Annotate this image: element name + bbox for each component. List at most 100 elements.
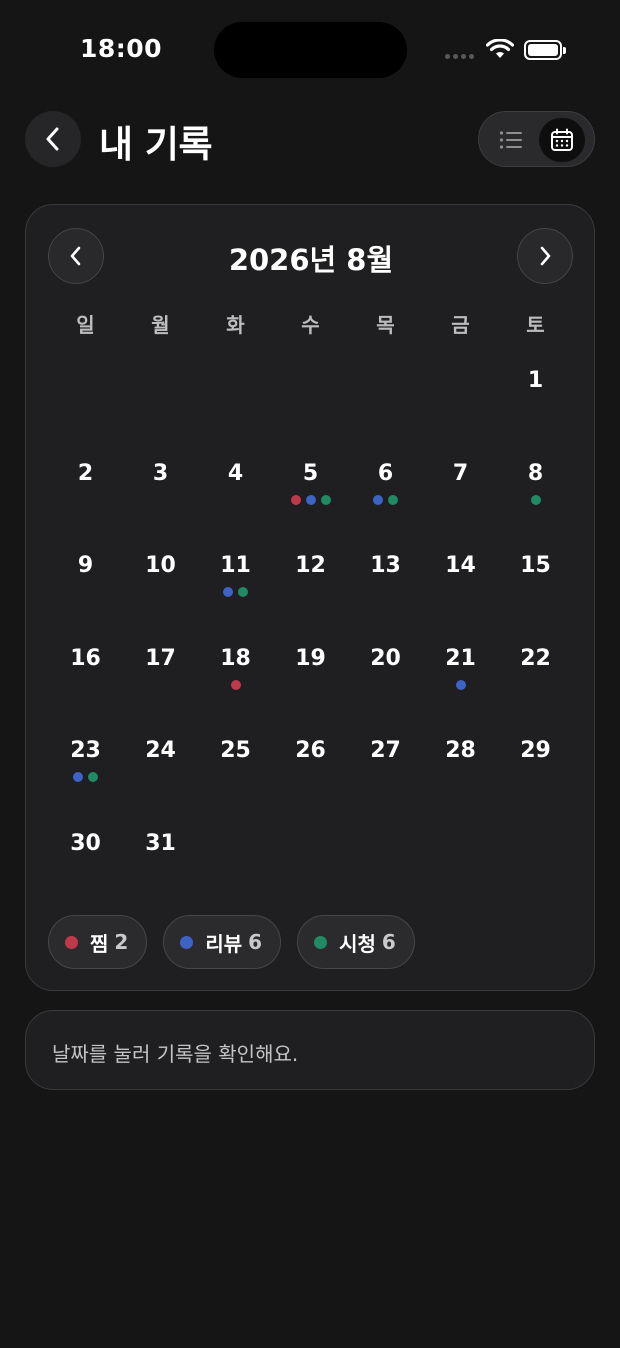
- day-number: 16: [70, 645, 101, 671]
- day-number: 4: [227, 460, 244, 486]
- day-cell[interactable]: 9: [48, 536, 123, 629]
- record-dot-review: [305, 494, 316, 505]
- day-cell[interactable]: 26: [273, 721, 348, 814]
- day-cell[interactable]: 22: [498, 629, 573, 722]
- status-time: 18:00: [80, 34, 163, 63]
- record-dot-watch: [388, 494, 398, 505]
- day-cell[interactable]: 28: [423, 721, 498, 814]
- legend-count: 2: [114, 930, 129, 954]
- record-dot-zzim: [290, 494, 301, 505]
- day-number: 6: [377, 460, 394, 486]
- day-cell[interactable]: 1: [498, 351, 573, 444]
- day-cell[interactable]: 31: [123, 814, 198, 907]
- day-cell[interactable]: 15: [498, 536, 573, 629]
- legend-dot: [314, 935, 328, 949]
- chevron-left-icon: [46, 127, 59, 151]
- day-cell[interactable]: 8: [498, 444, 573, 537]
- record-dot-watch: [88, 772, 98, 783]
- day-cell[interactable]: 24: [123, 721, 198, 814]
- day-cell[interactable]: 5: [273, 444, 348, 537]
- weekday-label: 수: [301, 313, 320, 337]
- day-cell[interactable]: 29: [498, 721, 573, 814]
- day-cell[interactable]: 7: [423, 444, 498, 537]
- legend-chip-watch[interactable]: 시청 6: [297, 915, 415, 969]
- record-dots: [198, 587, 273, 598]
- day-cell[interactable]: 30: [48, 814, 123, 907]
- day-number: 2: [77, 460, 94, 486]
- day-cell[interactable]: 10: [123, 536, 198, 629]
- calendar-card: 2026년 8월 일 월 화 수 목 금 토 1 2 3 4 5 6 7 8 9 10 11 12 13…: [25, 204, 595, 991]
- legend-count: 6: [248, 930, 263, 954]
- day-cell[interactable]: 16: [48, 629, 123, 722]
- weekday-label: 토: [526, 313, 545, 337]
- day-number: 3: [152, 460, 169, 486]
- empty-day-cell: [123, 351, 198, 444]
- day-cell[interactable]: 20: [348, 629, 423, 722]
- legend-chip-review[interactable]: 리뷰 6: [163, 915, 282, 969]
- day-cell[interactable]: 23: [48, 721, 123, 814]
- record-dot-review: [373, 494, 383, 505]
- legend: 찜 2 리뷰 6 시청 6: [48, 915, 415, 969]
- day-cell[interactable]: 14: [423, 536, 498, 629]
- list-view-button[interactable]: [489, 118, 533, 162]
- day-number: 14: [445, 553, 476, 579]
- empty-day-cell: [273, 351, 348, 444]
- battery-icon: [524, 40, 566, 60]
- day-cell[interactable]: 21: [423, 629, 498, 722]
- day-number: 26: [295, 738, 326, 764]
- day-number: 11: [220, 553, 251, 579]
- dynamic-island: [214, 22, 407, 78]
- day-cell[interactable]: 18: [198, 629, 273, 722]
- record-dot-review: [223, 587, 233, 598]
- day-cell[interactable]: 27: [348, 721, 423, 814]
- record-dot-watch: [530, 494, 541, 505]
- calendar-icon: [551, 128, 573, 151]
- cellular-signal-icon: [445, 54, 474, 59]
- view-toggle[interactable]: [478, 111, 595, 167]
- day-cell[interactable]: 3: [123, 444, 198, 537]
- month-title: 2026년 8월: [228, 243, 394, 277]
- empty-day-cell: [348, 351, 423, 444]
- day-number: 10: [145, 553, 176, 579]
- day-number: 1: [527, 368, 544, 393]
- legend-dot: [180, 935, 194, 949]
- wifi-icon: [485, 38, 515, 63]
- day-cell[interactable]: 4: [198, 444, 273, 537]
- day-cell[interactable]: 19: [273, 629, 348, 722]
- legend-chip-zzim[interactable]: 찜 2: [48, 915, 148, 969]
- record-dot-watch: [320, 494, 331, 505]
- day-cell[interactable]: 6: [348, 444, 423, 537]
- day-number: 9: [77, 553, 94, 579]
- record-dots: [498, 494, 573, 505]
- day-number: 13: [370, 553, 401, 579]
- day-cell[interactable]: 25: [198, 721, 273, 814]
- day-number: 27: [370, 738, 401, 764]
- record-dot-zzim: [230, 679, 241, 690]
- weekday-label: 월: [151, 313, 170, 337]
- weekday-header: 일 월 화 수 목 금 토: [48, 309, 573, 338]
- day-cell[interactable]: 11: [198, 536, 273, 629]
- day-number: 28: [445, 738, 476, 764]
- day-number: 20: [370, 645, 401, 671]
- next-month-button[interactable]: [517, 228, 573, 284]
- day-number: 29: [520, 738, 551, 764]
- back-button[interactable]: [25, 111, 81, 167]
- legend-label: 시청: [339, 931, 376, 956]
- day-cell[interactable]: 2: [48, 444, 123, 537]
- record-dots: [273, 494, 348, 505]
- weekday-label: 금: [451, 313, 470, 337]
- empty-day-cell: [198, 351, 273, 444]
- day-number: 18: [220, 645, 251, 671]
- weekday-label: 화: [226, 313, 245, 337]
- day-cell[interactable]: 13: [348, 536, 423, 629]
- legend-label: 리뷰: [205, 931, 243, 956]
- day-number: 31: [145, 830, 176, 856]
- calendar-view-button[interactable]: [539, 118, 585, 162]
- day-number: 22: [520, 645, 551, 671]
- empty-day-cell: [48, 351, 123, 444]
- record-dots: [423, 679, 498, 690]
- legend-count: 6: [381, 930, 396, 954]
- day-cell[interactable]: 12: [273, 536, 348, 629]
- day-cell[interactable]: 17: [123, 629, 198, 722]
- day-number: 23: [70, 738, 101, 764]
